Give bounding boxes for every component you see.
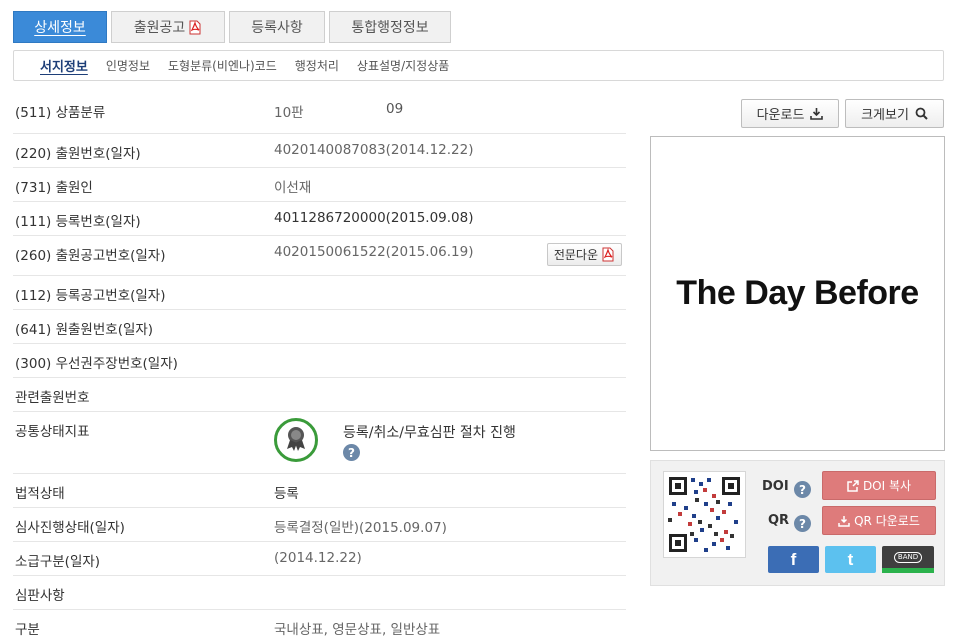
help-icon[interactable]: ?: [343, 444, 360, 461]
row-label: 구분: [15, 622, 40, 638]
qr-code-image: [663, 471, 746, 558]
twitter-share-button[interactable]: t: [825, 546, 876, 573]
share-panel: DOI ? QR ? DOI 복사 QR 다운로드 f t BAND: [650, 460, 945, 586]
row-value: 4020150061522(2015.06.19): [274, 244, 474, 260]
zoom-button[interactable]: 크게보기: [845, 99, 944, 128]
row-value: 4020140087083(2014.12.22): [274, 142, 474, 158]
row-value-class: 09: [386, 101, 404, 117]
button-label: QR 다운로드: [854, 514, 920, 528]
row-label: 공통상태지표: [15, 424, 90, 440]
download-icon: [810, 107, 824, 120]
tab-detail-info[interactable]: 상세정보: [13, 11, 107, 43]
band-accent-bar: [882, 568, 934, 573]
row-value: 국내상표, 영문상표, 일반상표: [274, 622, 441, 638]
tab-label: 출원공고: [133, 20, 186, 36]
pdf-icon: [601, 247, 615, 262]
download-button[interactable]: 다운로드: [741, 99, 839, 128]
row-label: 관련출원번호: [15, 390, 90, 406]
download-icon: [838, 515, 850, 527]
subtab-admin-process[interactable]: 행정처리: [295, 57, 339, 74]
band-share-button[interactable]: BAND: [882, 546, 934, 573]
row-label: (111) 등록번호(일자): [15, 214, 141, 230]
doi-copy-button[interactable]: DOI 복사: [822, 471, 936, 500]
subtab-bibliographic[interactable]: 서지정보: [40, 56, 88, 75]
band-icon: BAND: [893, 552, 923, 563]
seal-icon: [281, 423, 311, 457]
search-icon: [915, 107, 928, 120]
row-value: 4011286720000(2015.09.08): [274, 210, 474, 226]
subtab-vienna-code[interactable]: 도형분류(비엔나)코드: [168, 57, 277, 74]
row-label: 심판사항: [15, 588, 65, 604]
row-trial: 심판사항: [13, 576, 626, 610]
button-label: 크게보기: [861, 108, 909, 123]
tab-label: 통합행정정보: [351, 20, 429, 36]
row-app-number: (220) 출원번호(일자) 4020140087083(2014.12.22): [13, 134, 626, 168]
row-reg-pub-number: (112) 등록공고번호(일자): [13, 276, 626, 310]
facebook-icon: f: [790, 549, 797, 569]
row-legal-status: 법적상태 등록: [13, 474, 626, 508]
qr-download-button[interactable]: QR 다운로드: [822, 506, 936, 535]
tab-app-publication[interactable]: 출원공고: [111, 11, 225, 43]
row-label: 법적상태: [15, 486, 65, 502]
row-label: 소급구분(일자): [15, 554, 101, 570]
row-value: 등록결정(일반)(2015.09.07): [274, 520, 447, 536]
row-common-status: 공통상태지표 등록/취소/무효심판 절차 진행 ?: [13, 412, 626, 474]
row-priority-number: (300) 우선권주장번호(일자): [13, 344, 626, 378]
row-related-app: 관련출원번호: [13, 378, 626, 412]
external-link-icon: [847, 479, 859, 492]
row-applicant: (731) 출원인 이선재: [13, 168, 626, 202]
image-action-buttons: 다운로드 크게보기: [741, 99, 950, 128]
row-exam-status: 심사진행상태(일자) 등록결정(일반)(2015.09.07): [13, 508, 626, 542]
sub-tab-bar: 서지정보 인명정보 도형분류(비엔나)코드 행정처리 상표설명/지정상품: [13, 50, 944, 81]
row-value: 이선재: [274, 180, 312, 196]
pdf-icon: [188, 20, 202, 35]
row-value: 등록/취소/무효심판 절차 진행: [343, 425, 516, 441]
row-label: (641) 원출원번호(일자): [15, 322, 154, 338]
tab-label: 등록사항: [251, 20, 303, 36]
row-category: 구분 국내상표, 영문상표, 일반상표: [13, 610, 626, 640]
doi-label: DOI: [762, 479, 789, 494]
row-label: (731) 출원인: [15, 180, 93, 196]
row-value: 10판: [274, 105, 304, 121]
row-label: (220) 출원번호(일자): [15, 146, 141, 162]
row-value: 등록: [274, 486, 299, 502]
trademark-image[interactable]: The Day Before: [650, 136, 945, 451]
qr-label: QR: [768, 513, 790, 528]
row-pub-number: (260) 출원공고번호(일자) 4020150061522(2015.06.1…: [13, 236, 626, 276]
button-label: 다운로드: [756, 108, 805, 123]
row-label: 심사진행상태(일자): [15, 520, 125, 536]
button-label: 전문다운: [553, 248, 598, 262]
twitter-icon: t: [847, 549, 854, 569]
row-reg-number: (111) 등록번호(일자) 4011286720000(2015.09.08): [13, 202, 626, 236]
row-orig-app-number: (641) 원출원번호(일자): [13, 310, 626, 344]
help-icon[interactable]: ?: [794, 515, 811, 532]
subtab-goods-description[interactable]: 상표설명/지정상품: [357, 57, 449, 74]
facebook-share-button[interactable]: f: [768, 546, 819, 573]
row-label: (300) 우선권주장번호(일자): [15, 356, 178, 372]
button-label: DOI 복사: [862, 479, 912, 493]
row-retro-class: 소급구분(일자) (2014.12.22): [13, 542, 626, 576]
subtab-person[interactable]: 인명정보: [106, 57, 150, 74]
row-goods-class: (511) 상품분류 10판 09: [13, 91, 626, 134]
top-tab-bar: 상세정보 출원공고 등록사항 통합행정정보: [13, 11, 455, 43]
detail-table: (511) 상품분류 10판 09 (220) 출원번호(일자) 4020140…: [13, 91, 626, 640]
tab-registration[interactable]: 등록사항: [229, 11, 325, 43]
row-label: (260) 출원공고번호(일자): [15, 248, 166, 264]
trademark-text: The Day Before: [676, 274, 919, 312]
tab-integrated-admin[interactable]: 통합행정정보: [329, 11, 451, 43]
status-badge[interactable]: [274, 418, 318, 462]
row-value: (2014.12.22): [274, 550, 362, 566]
full-text-download-button[interactable]: 전문다운: [546, 243, 622, 266]
help-icon[interactable]: ?: [794, 481, 811, 498]
tab-label: 상세정보: [34, 20, 86, 36]
row-label: (112) 등록공고번호(일자): [15, 288, 166, 304]
row-label: (511) 상품분류: [15, 105, 106, 121]
